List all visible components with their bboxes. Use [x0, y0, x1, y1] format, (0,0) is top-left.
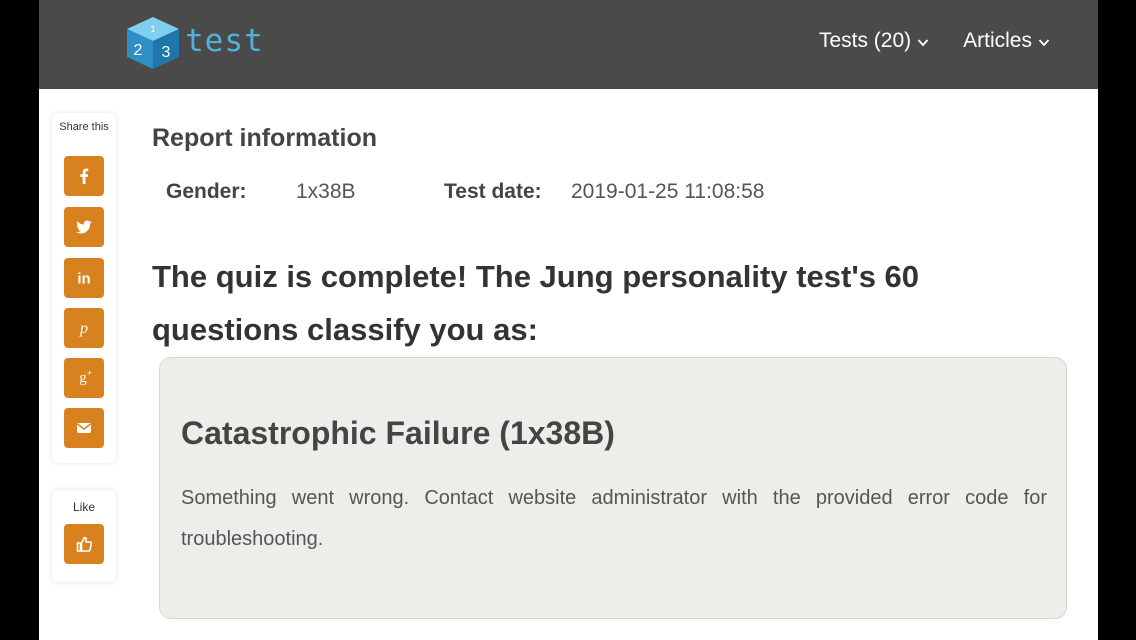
like-button[interactable]	[64, 524, 104, 564]
test-date-value: 2019-01-25 11:08:58	[571, 180, 765, 203]
chevron-down-icon	[1038, 39, 1050, 47]
share-email-button[interactable]	[64, 408, 104, 448]
nav-articles-label: Articles	[963, 29, 1032, 52]
like-title: Like	[72, 500, 95, 514]
svg-text:in: in	[77, 271, 90, 288]
logo-text: test	[185, 23, 264, 59]
result-title: Catastrophic Failure (1x38B)	[181, 415, 615, 451]
share-panel: Share this in p g +	[52, 113, 116, 463]
site-logo[interactable]: 1 2 3 test	[123, 15, 273, 71]
page-frame: 1 2 3 test Tests (20) Articles Share thi…	[39, 0, 1098, 640]
email-icon	[77, 423, 91, 433]
like-panel: Like	[52, 490, 116, 582]
facebook-icon	[80, 168, 89, 184]
svg-text:+: +	[87, 368, 92, 378]
share-facebook-button[interactable]	[64, 156, 104, 196]
share-pinterest-button[interactable]: p	[64, 308, 104, 348]
result-description: Something went wrong. Contact website ad…	[181, 487, 1047, 550]
main-nav: Tests (20) Articles	[819, 29, 1050, 53]
result-heading: The quiz is complete! The Jung personali…	[152, 259, 920, 347]
logo-cube-digit-top: 1	[150, 24, 155, 34]
share-twitter-button[interactable]	[64, 207, 104, 247]
twitter-icon	[76, 220, 92, 234]
top-navbar: 1 2 3 test Tests (20) Articles	[39, 0, 1098, 89]
svg-text:p: p	[79, 320, 88, 337]
thumbs-up-icon	[76, 536, 93, 552]
result-card: Catastrophic Failure (1x38B) Something w…	[159, 357, 1067, 619]
gender-value: 1x38B	[296, 180, 356, 203]
share-title: Share this	[59, 121, 109, 133]
logo-cube-icon: 1 2 3	[127, 17, 179, 69]
share-google-plus-button[interactable]: g +	[64, 358, 104, 398]
logo-cube-digit-right: 3	[162, 44, 171, 61]
test-date-label: Test date:	[444, 180, 542, 203]
nav-tests-label: Tests (20)	[818, 29, 912, 52]
google-plus-icon: g +	[79, 368, 92, 386]
linkedin-icon: in	[77, 271, 90, 288]
gender-label: Gender:	[166, 180, 247, 203]
pinterest-icon: p	[79, 320, 88, 337]
logo-cube-digit-left: 2	[134, 42, 143, 59]
nav-tests-menu[interactable]: Tests (20)	[819, 29, 929, 53]
share-linkedin-button[interactable]: in	[64, 258, 104, 298]
report-heading: Report information	[152, 124, 377, 152]
nav-articles-menu[interactable]: Articles	[963, 29, 1050, 53]
chevron-down-icon	[917, 39, 929, 47]
